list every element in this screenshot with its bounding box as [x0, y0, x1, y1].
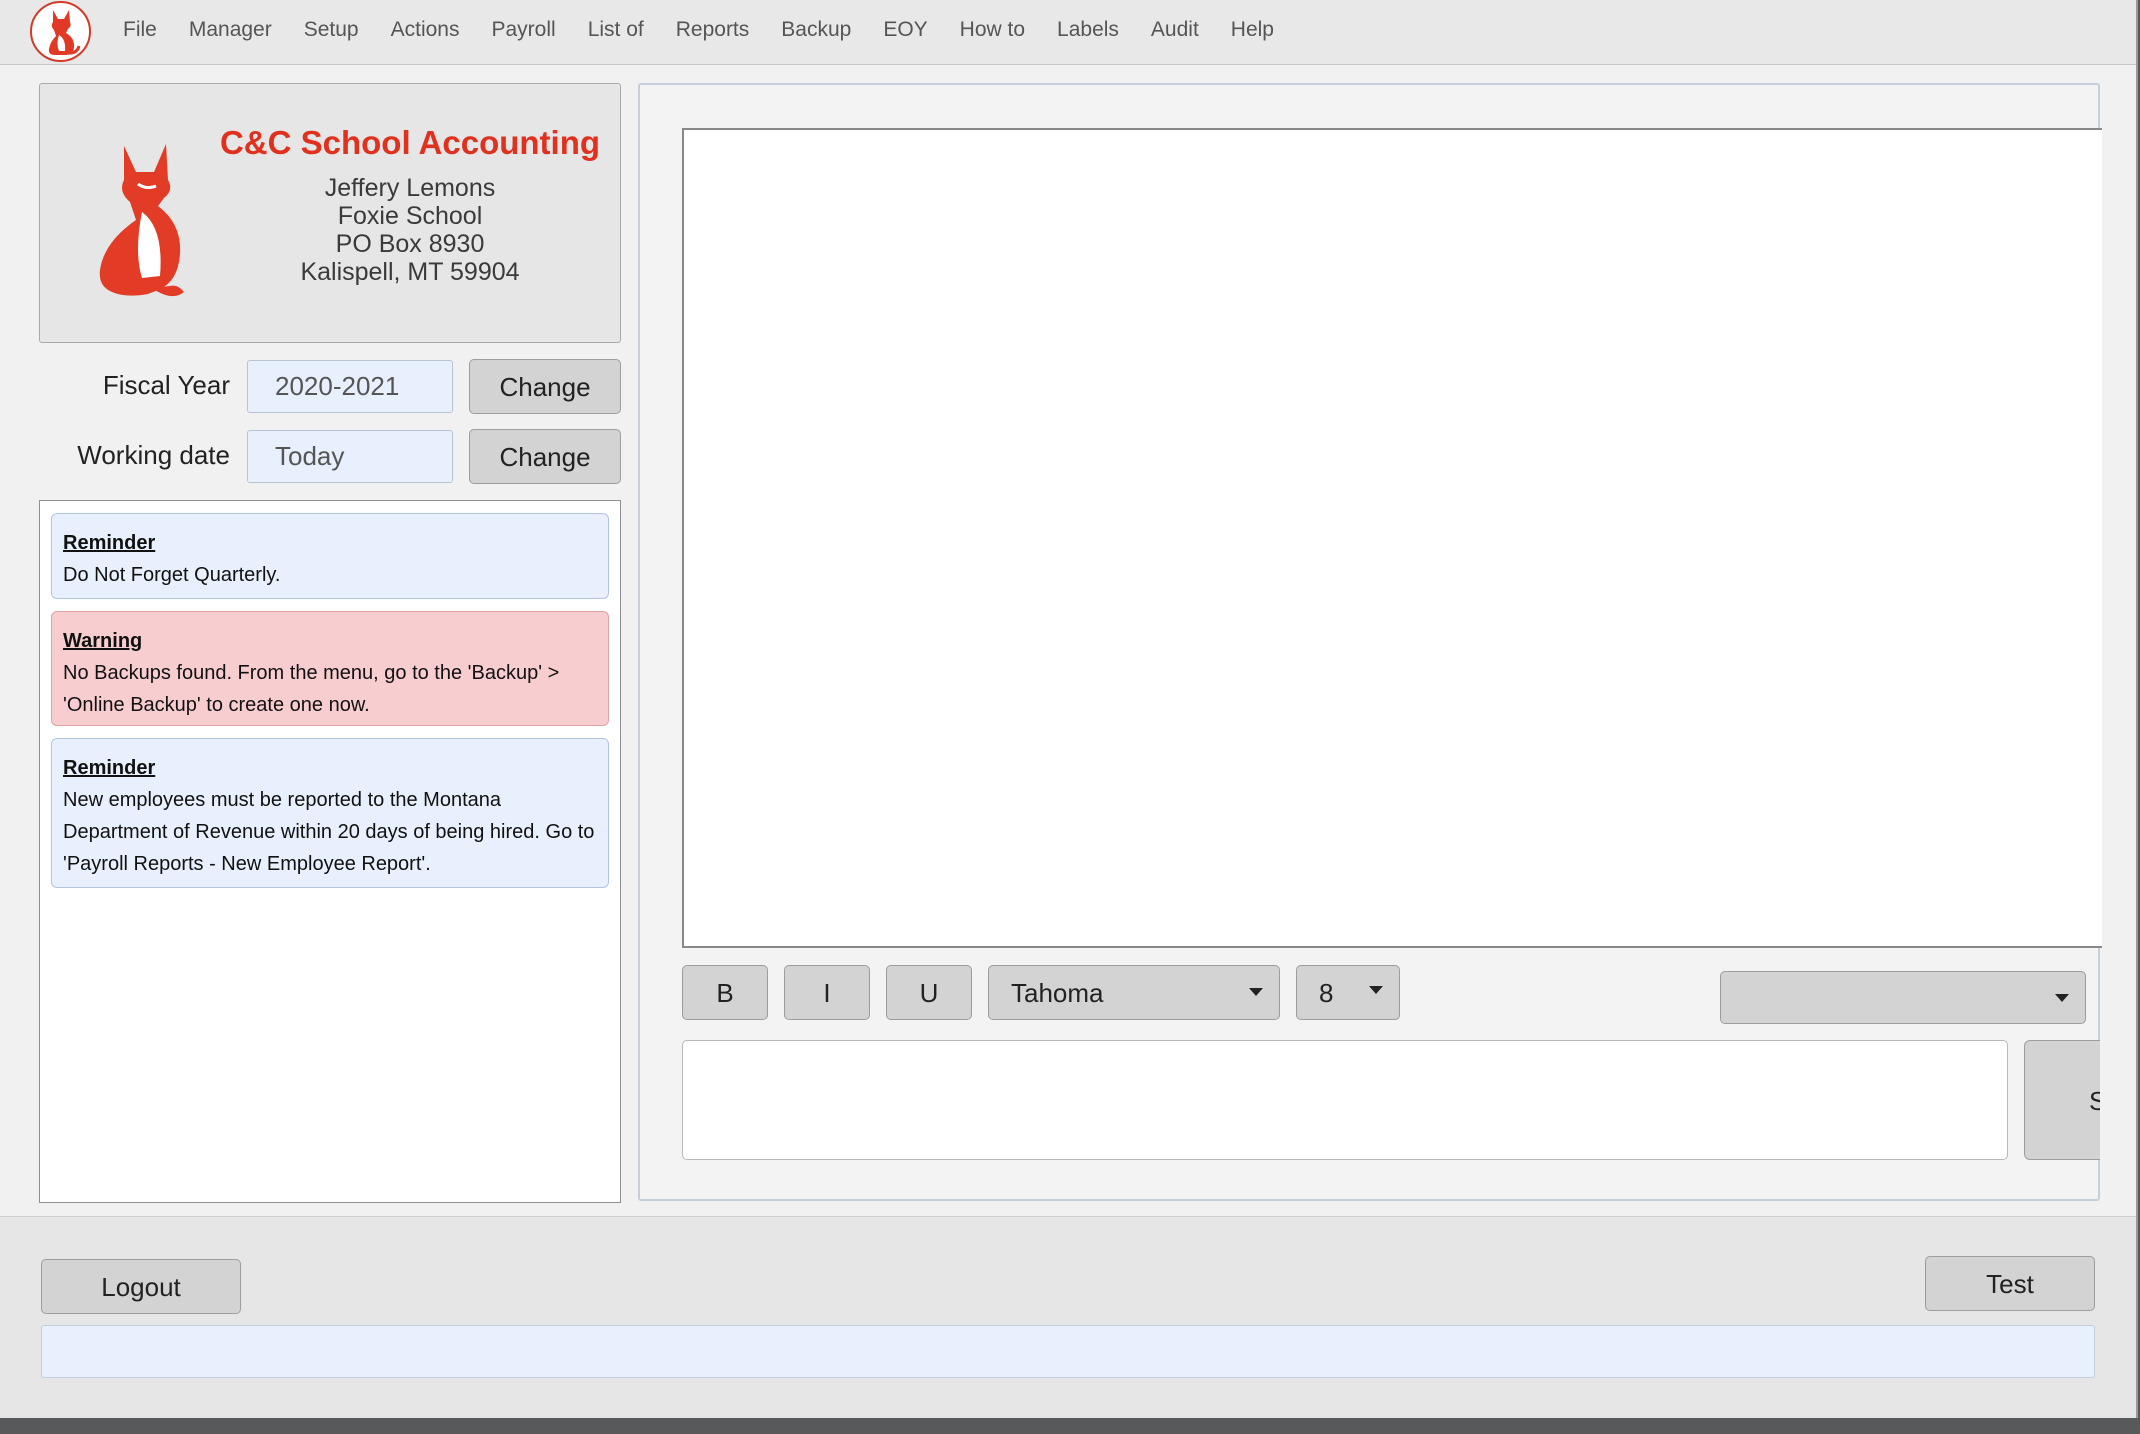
- menu-eoy[interactable]: EOY: [867, 0, 943, 65]
- chevron-down-icon: [1369, 986, 1383, 994]
- menu-how-to[interactable]: How to: [944, 0, 1041, 65]
- bottom-bar: Logout Test: [0, 1216, 2136, 1418]
- menu-list-of[interactable]: List of: [572, 0, 660, 65]
- app-window: File Manager Setup Actions Payroll List …: [0, 0, 2138, 1418]
- menu-backup[interactable]: Backup: [765, 0, 867, 65]
- status-bar: [41, 1325, 2095, 1378]
- font-family-select[interactable]: Tahoma: [988, 965, 1280, 1020]
- italic-button[interactable]: I: [784, 965, 870, 1020]
- message-editor-area[interactable]: [682, 128, 2102, 948]
- working-date-field[interactable]: Today: [247, 430, 453, 483]
- font-size-value: 8: [1319, 978, 1334, 1008]
- message-title: Reminder: [63, 757, 156, 779]
- fox-mascot-icon: [99, 144, 184, 297]
- test-button[interactable]: Test: [1925, 1256, 2095, 1311]
- message-text: Do Not Forget Quarterly.: [63, 564, 281, 586]
- font-family-value: Tahoma: [1011, 978, 1104, 1008]
- chevron-down-icon: [1249, 988, 1263, 996]
- address-po-box: PO Box 8930: [335, 230, 485, 258]
- message-warning: Warning No Backups found. From the menu,…: [51, 611, 609, 726]
- message-reminder: Reminder Do Not Forget Quarterly.: [51, 513, 609, 599]
- underline-button[interactable]: U: [886, 965, 972, 1020]
- brand-title: C&C School Accounting: [219, 124, 601, 161]
- message-title: Warning: [63, 630, 143, 652]
- message-text: No Backups found. From the menu, go to t…: [63, 662, 560, 716]
- menu-reports[interactable]: Reports: [660, 0, 766, 65]
- messages-list[interactable]: Reminder Do Not Forget Quarterly. Warnin…: [39, 500, 621, 1203]
- chevron-down-icon: [2055, 994, 2069, 1002]
- menu-actions[interactable]: Actions: [375, 0, 476, 65]
- menu-file[interactable]: File: [107, 0, 173, 65]
- address-city: Kalispell, MT 59904: [300, 258, 520, 286]
- address-school: Foxie School: [337, 202, 483, 230]
- menu-manager[interactable]: Manager: [173, 0, 288, 65]
- fox-logo-icon[interactable]: [30, 1, 91, 62]
- menu-items: File Manager Setup Actions Payroll List …: [107, 0, 1290, 65]
- fiscal-year-label: Fiscal Year: [102, 370, 230, 400]
- send-button[interactable]: S: [2024, 1040, 2100, 1160]
- menu-bar: File Manager Setup Actions Payroll List …: [0, 0, 2136, 65]
- address-name: Jeffery Lemons: [324, 174, 496, 202]
- message-title: Reminder: [63, 532, 156, 554]
- compose-input[interactable]: [682, 1040, 2008, 1160]
- editor-panel: B I U Tahoma 8 S: [638, 83, 2102, 1201]
- font-size-select[interactable]: 8: [1296, 965, 1400, 1020]
- style-select[interactable]: [1720, 971, 2086, 1024]
- menu-payroll[interactable]: Payroll: [476, 0, 572, 65]
- logout-button[interactable]: Logout: [41, 1259, 241, 1314]
- message-reminder: Reminder New employees must be reported …: [51, 738, 609, 888]
- menu-help[interactable]: Help: [1215, 0, 1290, 65]
- change-fiscal-year-button[interactable]: Change: [469, 359, 621, 414]
- brand-card: C&C School Accounting Jeffery Lemons Fox…: [39, 83, 621, 343]
- menu-labels[interactable]: Labels: [1041, 0, 1135, 65]
- working-date-label: Working date: [77, 440, 230, 470]
- menu-audit[interactable]: Audit: [1135, 0, 1215, 65]
- bold-button[interactable]: B: [682, 965, 768, 1020]
- change-working-date-button[interactable]: Change: [469, 429, 621, 484]
- menu-setup[interactable]: Setup: [288, 0, 375, 65]
- fiscal-year-field[interactable]: 2020-2021: [247, 360, 453, 413]
- message-text: New employees must be reported to the Mo…: [63, 789, 595, 875]
